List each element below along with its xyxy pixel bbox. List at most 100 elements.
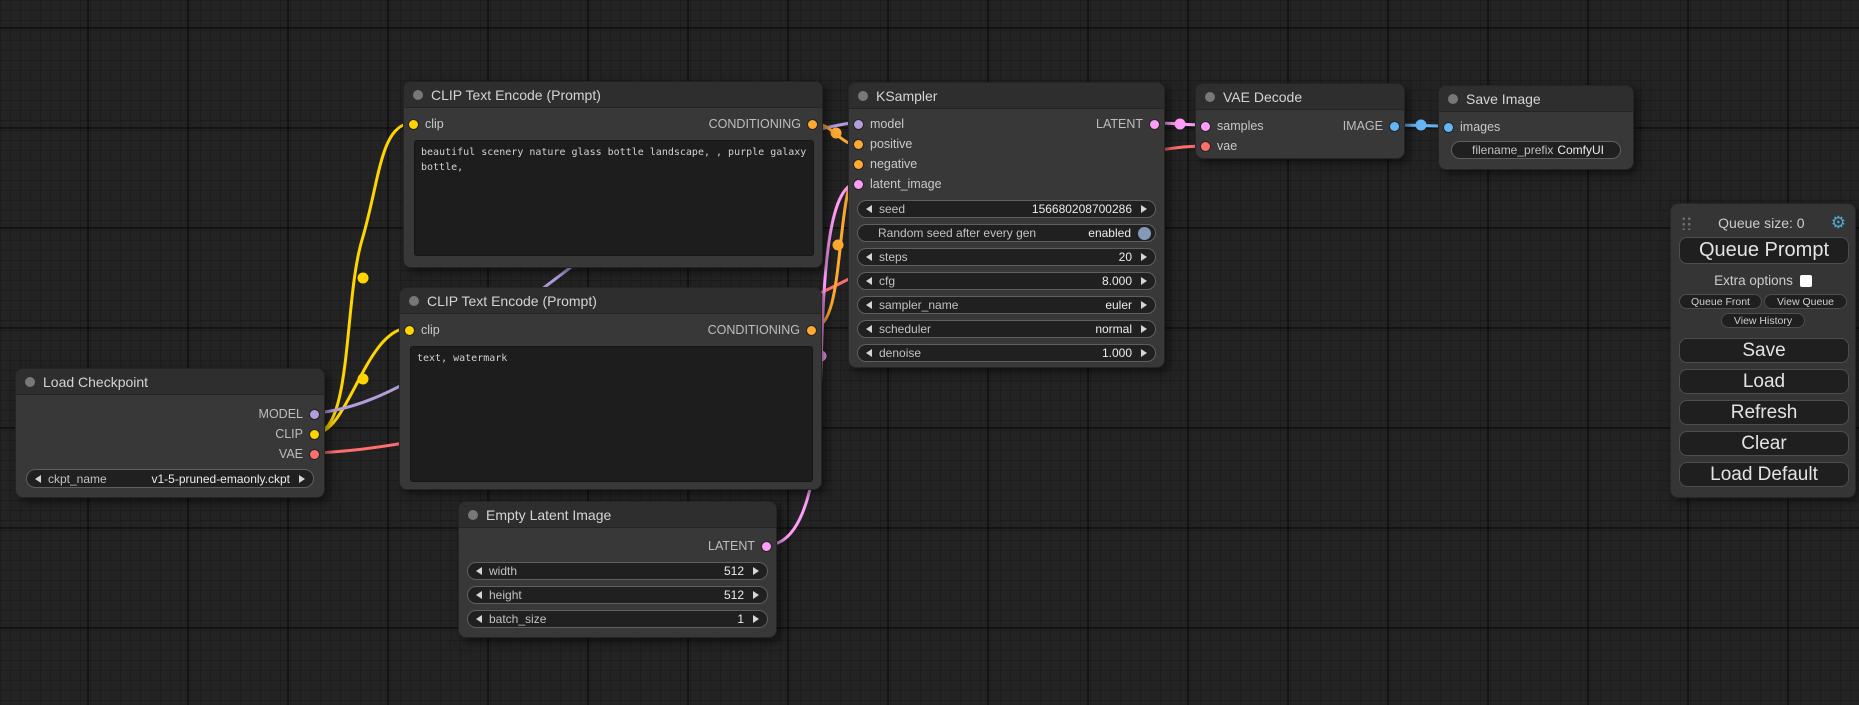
prev-value-arrow-icon[interactable] (866, 325, 872, 333)
widget-seed[interactable]: seed 156680208700286 (857, 200, 1156, 218)
widget-scheduler[interactable]: scheduler normal (857, 320, 1156, 338)
node-load-checkpoint[interactable]: Load Checkpoint MODEL CLIP VAE ckpt_name… (15, 368, 325, 498)
increment-arrow-icon[interactable] (1141, 277, 1147, 285)
widget-filename-prefix[interactable]: filename_prefix ComfyUI (1451, 141, 1621, 159)
settings-gear-icon[interactable]: ⚙ (1831, 214, 1846, 231)
widget-label: Random seed after every gen (878, 226, 1036, 240)
extra-options-checkbox[interactable] (1800, 275, 1812, 287)
node-empty-latent-image[interactable]: Empty Latent Image LATENT width 512 heig… (458, 501, 777, 638)
next-value-arrow-icon[interactable] (1141, 325, 1147, 333)
collapse-dot-icon[interactable] (468, 510, 478, 520)
load-default-button[interactable]: Load Default (1679, 462, 1849, 487)
input-port-clip[interactable] (409, 120, 418, 129)
widget-value: ComfyUI (1557, 143, 1604, 157)
decrement-arrow-icon[interactable] (866, 349, 872, 357)
output-port-conditioning[interactable] (808, 120, 817, 129)
node-title-bar[interactable]: CLIP Text Encode (Prompt) (400, 288, 821, 314)
input-port-clip[interactable] (405, 326, 414, 335)
widget-label: batch_size (489, 612, 546, 626)
widget-label: sampler_name (879, 298, 958, 312)
input-port-samples[interactable] (1201, 122, 1210, 131)
input-port-vae[interactable] (1201, 142, 1210, 151)
decrement-arrow-icon[interactable] (866, 253, 872, 261)
collapse-dot-icon[interactable] (858, 91, 868, 101)
collapse-dot-icon[interactable] (413, 90, 423, 100)
output-port-model[interactable] (310, 410, 319, 419)
output-label-image: IMAGE (1343, 119, 1383, 133)
output-port-latent[interactable] (1150, 120, 1159, 129)
view-queue-button[interactable]: View Queue (1764, 294, 1847, 309)
collapse-dot-icon[interactable] (25, 377, 35, 387)
output-port-clip[interactable] (310, 430, 319, 439)
node-vae-decode[interactable]: VAE Decode samples IMAGE vae (1195, 83, 1405, 159)
output-label-model: MODEL (259, 407, 303, 421)
increment-arrow-icon[interactable] (753, 567, 759, 575)
output-port-conditioning[interactable] (807, 326, 816, 335)
collapse-dot-icon[interactable] (409, 296, 419, 306)
node-save-image[interactable]: Save Image images filename_prefix ComfyU… (1438, 85, 1634, 170)
queue-front-button[interactable]: Queue Front (1679, 294, 1762, 309)
node-graph-canvas[interactable]: Load Checkpoint MODEL CLIP VAE ckpt_name… (0, 0, 1859, 705)
drag-handle-icon[interactable] (1681, 215, 1692, 230)
widget-width[interactable]: width 512 (467, 562, 768, 580)
input-label-positive: positive (870, 137, 912, 151)
prev-value-arrow-icon[interactable] (866, 301, 872, 309)
decrement-arrow-icon[interactable] (476, 591, 482, 599)
node-title-bar[interactable]: VAE Decode (1196, 84, 1404, 110)
widget-cfg[interactable]: cfg 8.000 (857, 272, 1156, 290)
node-clip-text-encode-negative[interactable]: CLIP Text Encode (Prompt) clip CONDITION… (399, 287, 822, 490)
input-port-negative[interactable] (854, 160, 863, 169)
output-label-conditioning: CONDITIONING (709, 117, 801, 131)
output-port-image[interactable] (1390, 122, 1399, 131)
output-label-clip: CLIP (275, 427, 303, 441)
node-title: CLIP Text Encode (Prompt) (427, 293, 597, 309)
decrement-arrow-icon[interactable] (866, 205, 872, 213)
node-title-bar[interactable]: Load Checkpoint (16, 369, 324, 395)
positive-prompt-textarea[interactable]: beautiful scenery nature glass bottle la… (414, 140, 814, 256)
decrement-arrow-icon[interactable] (476, 567, 482, 575)
node-title-bar[interactable]: Empty Latent Image (459, 502, 776, 528)
output-port-latent[interactable] (762, 542, 771, 551)
widget-random-seed-toggle[interactable]: Random seed after every gen enabled (857, 224, 1156, 242)
input-port-model[interactable] (854, 120, 863, 129)
clear-button[interactable]: Clear (1679, 431, 1849, 456)
increment-arrow-icon[interactable] (1141, 253, 1147, 261)
node-clip-text-encode-positive[interactable]: CLIP Text Encode (Prompt) clip CONDITION… (403, 81, 823, 268)
widget-steps[interactable]: steps 20 (857, 248, 1156, 266)
increment-arrow-icon[interactable] (1141, 349, 1147, 357)
negative-prompt-textarea[interactable]: text, watermark (410, 346, 813, 482)
widget-label: height (489, 588, 522, 602)
view-history-button[interactable]: View History (1721, 313, 1805, 328)
collapse-dot-icon[interactable] (1205, 92, 1215, 102)
prev-value-arrow-icon[interactable] (35, 475, 41, 483)
widget-height[interactable]: height 512 (467, 586, 768, 604)
widget-value: euler (1105, 298, 1132, 312)
queue-prompt-button[interactable]: Queue Prompt (1679, 237, 1849, 264)
input-port-images[interactable] (1444, 123, 1453, 132)
output-port-vae[interactable] (310, 450, 319, 459)
widget-value: 1.000 (1102, 346, 1132, 360)
toggle-indicator-icon[interactable] (1138, 227, 1151, 240)
node-ksampler[interactable]: KSampler model LATENT positive negative (848, 82, 1165, 368)
decrement-arrow-icon[interactable] (476, 615, 482, 623)
input-port-positive[interactable] (854, 140, 863, 149)
next-value-arrow-icon[interactable] (299, 475, 305, 483)
next-value-arrow-icon[interactable] (1141, 301, 1147, 309)
increment-arrow-icon[interactable] (753, 615, 759, 623)
decrement-arrow-icon[interactable] (866, 277, 872, 285)
increment-arrow-icon[interactable] (1141, 205, 1147, 213)
extra-options-label: Extra options (1714, 273, 1793, 288)
widget-sampler-name[interactable]: sampler_name euler (857, 296, 1156, 314)
node-title-bar[interactable]: CLIP Text Encode (Prompt) (404, 82, 822, 108)
input-port-latent-image[interactable] (854, 180, 863, 189)
collapse-dot-icon[interactable] (1448, 94, 1458, 104)
refresh-button[interactable]: Refresh (1679, 400, 1849, 425)
load-button[interactable]: Load (1679, 369, 1849, 394)
increment-arrow-icon[interactable] (753, 591, 759, 599)
save-button[interactable]: Save (1679, 338, 1849, 363)
widget-ckpt-name[interactable]: ckpt_name v1-5-pruned-emaonly.ckpt (26, 469, 314, 488)
widget-denoise[interactable]: denoise 1.000 (857, 344, 1156, 362)
node-title-bar[interactable]: Save Image (1439, 86, 1633, 112)
widget-batch-size[interactable]: batch_size 1 (467, 610, 768, 628)
node-title-bar[interactable]: KSampler (849, 83, 1164, 109)
